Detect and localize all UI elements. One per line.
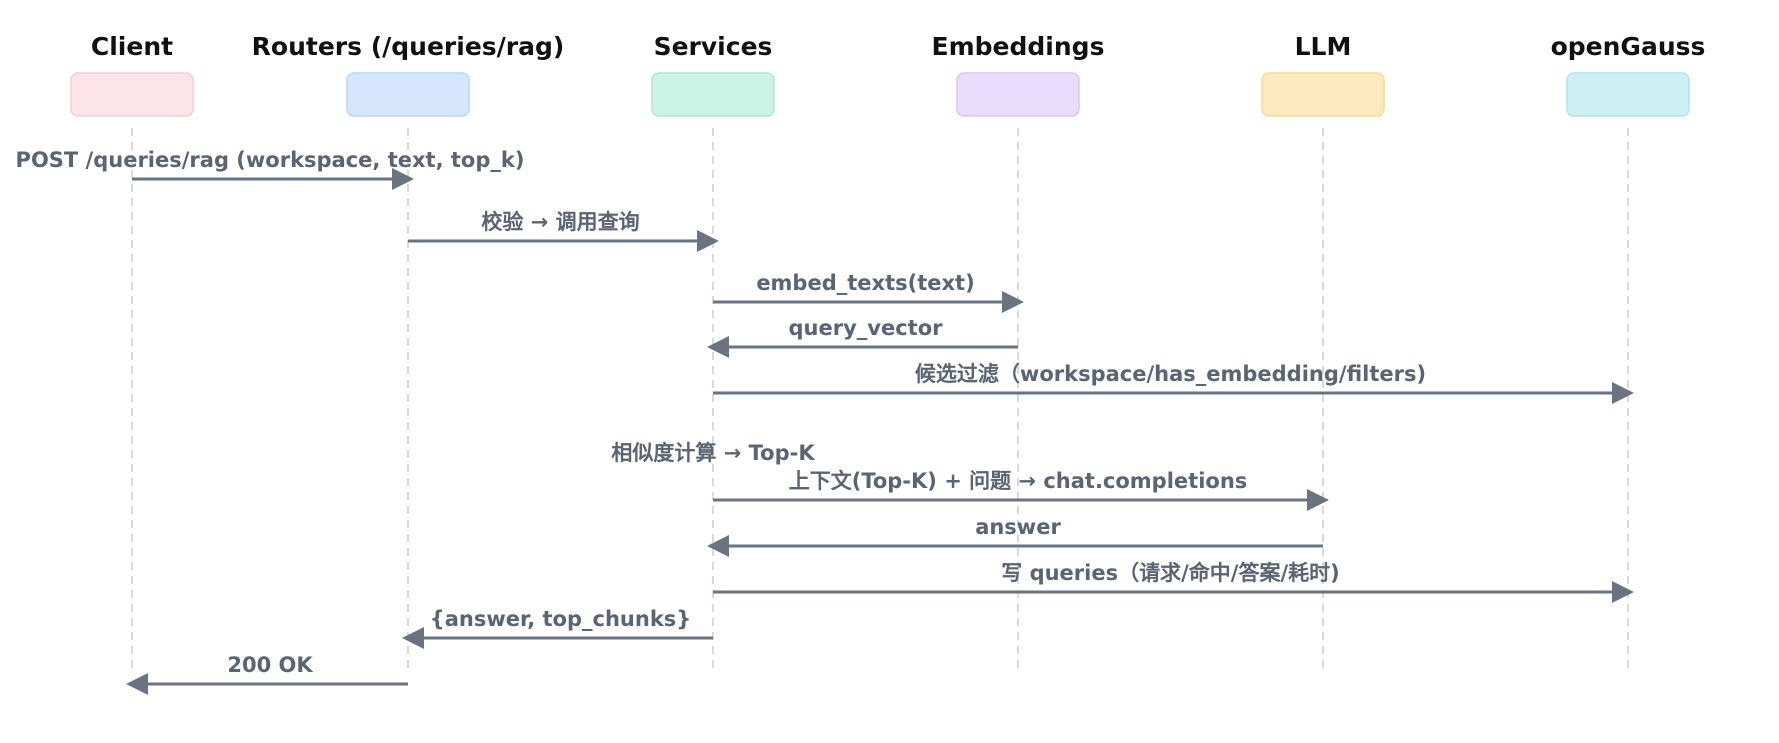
participant-box bbox=[1261, 72, 1385, 117]
message-arrowhead bbox=[707, 535, 729, 557]
message-1: POST /queries/rag (workspace, text, top_… bbox=[16, 148, 525, 190]
sequence-diagram: Client Routers (/queries/rag) Services Embe… bbox=[16, 32, 1706, 695]
participant-box bbox=[956, 72, 1080, 117]
participant-title: LLM bbox=[1295, 32, 1352, 61]
participant-opengauss: openGauss bbox=[1551, 32, 1706, 117]
message-5: 候选过滤（workspace/has_embedding/filters) bbox=[713, 362, 1634, 404]
message-label: 200 OK bbox=[227, 653, 313, 677]
message-3: embed_texts(text) bbox=[713, 271, 1024, 313]
message-label: 写 queries（请求/命中/答案/耗时) bbox=[1001, 561, 1339, 585]
message-8: answer bbox=[707, 515, 1323, 557]
message-label: POST /queries/rag (workspace, text, top_… bbox=[16, 148, 525, 172]
message-arrowhead bbox=[1612, 581, 1634, 603]
message-arrowhead bbox=[1307, 489, 1329, 511]
message-arrowhead bbox=[1612, 382, 1634, 404]
message-arrowhead bbox=[707, 336, 729, 358]
message-label: 候选过滤（workspace/has_embedding/filters) bbox=[915, 362, 1426, 386]
message-label: 相似度计算 → Top-K bbox=[611, 441, 815, 465]
participant-title: Services bbox=[654, 32, 773, 61]
message-2: 校验 → 调用查询 bbox=[408, 210, 719, 252]
message-7: 上下文(Top-K) + 问题 → chat.completions bbox=[713, 469, 1329, 511]
message-label: 校验 → 调用查询 bbox=[481, 210, 639, 234]
participant-box bbox=[651, 72, 775, 117]
participant-llm: LLM bbox=[1261, 32, 1385, 117]
message-arrowhead bbox=[697, 230, 719, 252]
message-arrowhead bbox=[126, 673, 148, 695]
message-11: 200 OK bbox=[126, 653, 408, 695]
message-arrowhead bbox=[1002, 291, 1024, 313]
participant-title: Routers (/queries/rag) bbox=[252, 32, 565, 61]
participant-title: openGauss bbox=[1551, 32, 1706, 61]
message-label: {answer, top_chunks} bbox=[430, 607, 692, 631]
message-label: query_vector bbox=[789, 316, 944, 340]
message-4: query_vector bbox=[707, 316, 1018, 358]
participant-services: Services bbox=[651, 32, 775, 117]
message-10: {answer, top_chunks} bbox=[402, 607, 713, 649]
message-arrowhead bbox=[402, 627, 424, 649]
message-6: 相似度计算 → Top-K bbox=[611, 441, 815, 465]
message-9: 写 queries（请求/命中/答案/耗时) bbox=[713, 561, 1634, 603]
message-label: embed_texts(text) bbox=[756, 271, 974, 295]
message-label: 上下文(Top-K) + 问题 → chat.completions bbox=[789, 469, 1248, 493]
participant-routers: Routers (/queries/rag) bbox=[252, 32, 565, 117]
participant-title: Client bbox=[91, 32, 173, 61]
participant-box bbox=[346, 72, 470, 117]
participant-client: Client bbox=[70, 32, 194, 117]
participant-embeddings: Embeddings bbox=[932, 32, 1105, 117]
participant-box bbox=[70, 72, 194, 117]
participant-box bbox=[1566, 72, 1690, 117]
message-label: answer bbox=[975, 515, 1061, 539]
participant-title: Embeddings bbox=[932, 32, 1105, 61]
